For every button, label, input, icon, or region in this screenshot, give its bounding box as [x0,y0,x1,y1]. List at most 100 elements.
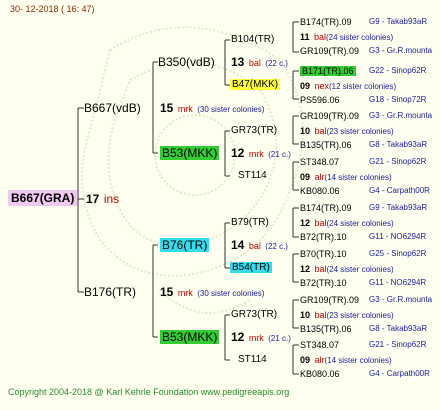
l2-node-1[interactable]: B350(vdB) [158,55,215,69]
l4-num: 11 [300,32,310,42]
l4-bot-code: G18 - Sinop72R [369,95,427,104]
l2-node-4[interactable]: B53(MKK) [160,330,220,344]
l2-node-3-annotation: 14 bal (22 c.) [231,238,288,254]
l4-block-2-bottom[interactable]: PS596.06 [300,93,340,107]
root-type: ins [103,192,120,206]
root-num: 17 [86,192,100,206]
l4-block-5-top-code: G9 - Takab93aR [369,201,427,215]
l4-type: alr [314,172,325,182]
l3-node-7[interactable]: GR73(TR) [231,308,277,322]
l4-num: 09 [300,81,311,91]
l2-node-1-num: 13 [231,55,245,69]
root-queen[interactable]: B667(GRA) [8,190,78,206]
l4-top-name: ST348.07 [300,340,340,350]
sire-top-num: 15 [160,101,174,115]
l4-bot-name: KB080.06 [300,369,340,379]
l4-block-1-annotation: 11 bal(24 sister colonies) [300,29,393,45]
l4-block-1-bottom-code: G3 - Gr.R.mounta [369,44,432,58]
l2-node-1-sisters: (22 c.) [265,59,288,68]
l4-bot-code: G4 - Carpath00R [369,186,430,195]
l4-bot-name: B135(TR).06 [300,140,352,150]
l4-top-name: B171(TR).06 [300,66,356,76]
l2-node-3-type: bal [248,241,261,251]
l4-sisters: (23 sister colonies) [326,311,394,320]
timestamp: 30- 12-2018 ( 16: 47) [10,4,95,14]
l4-block-6-top-code: G25 - Sinop62R [369,247,426,261]
l4-top-code: G22 - Sinop62R [369,66,427,75]
l2-node-4-type: mrk [248,333,264,343]
l4-block-7-bottom-code: G8 - Takab93aR [369,322,427,336]
sire-top-sisters: (30 sister colonies) [197,105,265,114]
l4-bot-code: G4 - Carpath00R [369,369,430,378]
l4-block-6-bottom[interactable]: B72(TR).10 [300,276,347,290]
l4-block-8-top-code: G21 - Sinop62R [369,338,426,352]
l4-block-8-bottom[interactable]: KB080.06 [300,367,340,381]
l4-top-code: G9 - Takab93aR [369,203,428,212]
l4-type: nex [314,81,329,91]
l3-node-2[interactable]: B47(MKK) [230,78,281,92]
l4-block-2-bottom-code: G18 - Sinop72R [369,93,426,107]
l4-block-4-bottom[interactable]: KB080.06 [300,184,340,198]
l2-node-3-num: 14 [231,238,245,252]
sire-bottom-sisters: (30 sister colonies) [197,289,265,298]
copyright-footer: Copyright 2004-2018 @ Karl Kehrle Founda… [8,387,290,397]
l4-block-6-top[interactable]: B70(TR).10 [300,247,347,261]
l4-block-3-top-code: G3 - Gr.R.mounta [369,109,432,123]
sire-top[interactable]: B667(vdB) [84,101,141,115]
l4-block-7-top[interactable]: GR109(TR).09 [300,293,359,307]
l4-block-6-annotation: 12 bal(24 sister colonies) [300,261,394,277]
l4-top-name: B174(TR).09 [300,17,352,27]
sire-top-annotation: 15 mrk (30 sister colonies) [160,101,264,117]
l2-node-3[interactable]: B76(TR) [160,238,210,252]
l4-block-3-annotation: 10 bal(23 sister colonies) [300,123,394,139]
l2-node-4-label: B53(MKK) [160,330,220,344]
l4-top-name: GR109(TR).09 [300,111,360,121]
root-annotation: 17 ins [86,192,119,206]
l4-top-name: ST348.07 [300,157,340,167]
l4-block-8-bottom-code: G4 - Carpath00R [369,367,430,381]
l3-node-4[interactable]: ST114 [238,169,267,183]
l4-bot-name: B135(TR).06 [300,324,352,334]
l4-bot-code: G11 - NO6294R [369,278,427,287]
l3-node-8[interactable]: ST114 [238,353,267,367]
l4-block-5-annotation: 12 bal(24 sister colonies) [300,215,394,231]
l4-block-7-bottom[interactable]: B135(TR).06 [300,322,352,336]
l4-block-1-top[interactable]: B174(TR).09 [300,15,352,29]
l4-block-1-bottom[interactable]: GR109(TR).09 [300,44,359,58]
l2-node-2-num: 12 [231,146,245,160]
l4-sisters: (23 sister colonies) [326,127,394,136]
l4-block-8-top[interactable]: ST348.07 [300,338,339,352]
l4-bot-name: B72(TR).10 [300,232,347,242]
sire-top-type: mrk [177,104,193,114]
l2-node-2[interactable]: B53(MKK) [160,146,220,160]
l4-block-4-top[interactable]: ST348.07 [300,155,339,169]
l4-bot-code: G8 - Takab93aR [369,324,428,333]
l4-block-5-bottom[interactable]: B72(TR).10 [300,230,347,244]
l4-block-3-bottom[interactable]: B135(TR).06 [300,138,352,152]
l4-num: 12 [300,264,311,274]
l4-bot-code: G3 - Gr.R.mounta [369,46,433,55]
l2-node-3-label: B76(TR) [160,238,210,252]
l4-bot-name: PS596.06 [300,95,340,105]
l3-node-1[interactable]: B104(TR) [231,33,274,47]
l4-block-7-top-code: G3 - Gr.R.mounta [369,293,432,307]
l3-node-2-label: B47(MKK) [230,79,281,90]
l4-block-3-top[interactable]: GR109(TR).09 [300,109,359,123]
l4-block-2-top[interactable]: B171(TR).06 [300,64,356,78]
l4-sisters: (24 sister colonies) [325,33,394,42]
sire-bottom[interactable]: B176(TR) [84,285,136,299]
l4-block-1-top-code: G9 - Takab93aR [369,15,427,29]
l4-num: 09 [300,172,311,182]
sire-bottom-annotation: 15 mrk (30 sister colonies) [160,285,264,301]
l3-node-3[interactable]: GR73(TR) [231,124,277,138]
l3-node-5[interactable]: B79(TR) [231,216,269,230]
l4-sisters: (24 sister colonies) [326,265,394,274]
l4-block-4-annotation: 09 alr(14 sister colonies) [300,169,392,185]
l4-block-8-annotation: 09 alr(14 sister colonies) [300,352,392,368]
l4-block-5-top[interactable]: B174(TR).09 [300,201,352,215]
l4-bot-name: GR109(TR).09 [300,46,360,56]
l2-node-2-type: mrk [248,149,264,159]
l4-type: alr [314,355,325,365]
l3-node-6[interactable]: B54(TR) [230,261,272,275]
l4-type: bal [314,218,327,228]
